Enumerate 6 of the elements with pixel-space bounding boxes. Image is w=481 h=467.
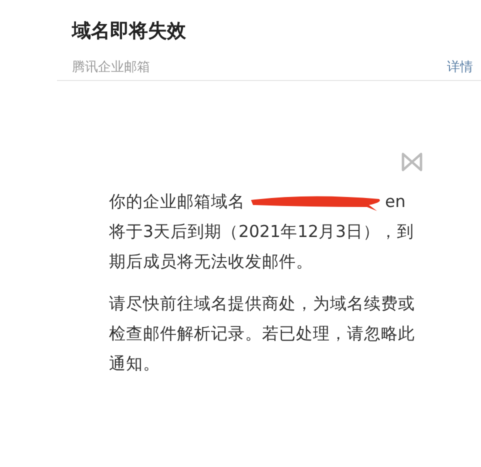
sender-name: 腾讯企业邮箱 xyxy=(72,59,150,76)
notice-title: 域名即将失效 xyxy=(72,19,187,44)
details-link[interactable]: 详情 xyxy=(447,58,473,76)
notice-text: 请尽快前往域名提供商处，为域名续费或检查邮件解析记录。若已处理，请忽略此通知。 xyxy=(109,293,416,375)
bowtie-icon xyxy=(401,151,423,173)
notice-text: 你的企业邮箱域名 en 将于3天后到期（2021年12月3日），到期后成员将无法收发邮件。 xyxy=(109,191,415,273)
